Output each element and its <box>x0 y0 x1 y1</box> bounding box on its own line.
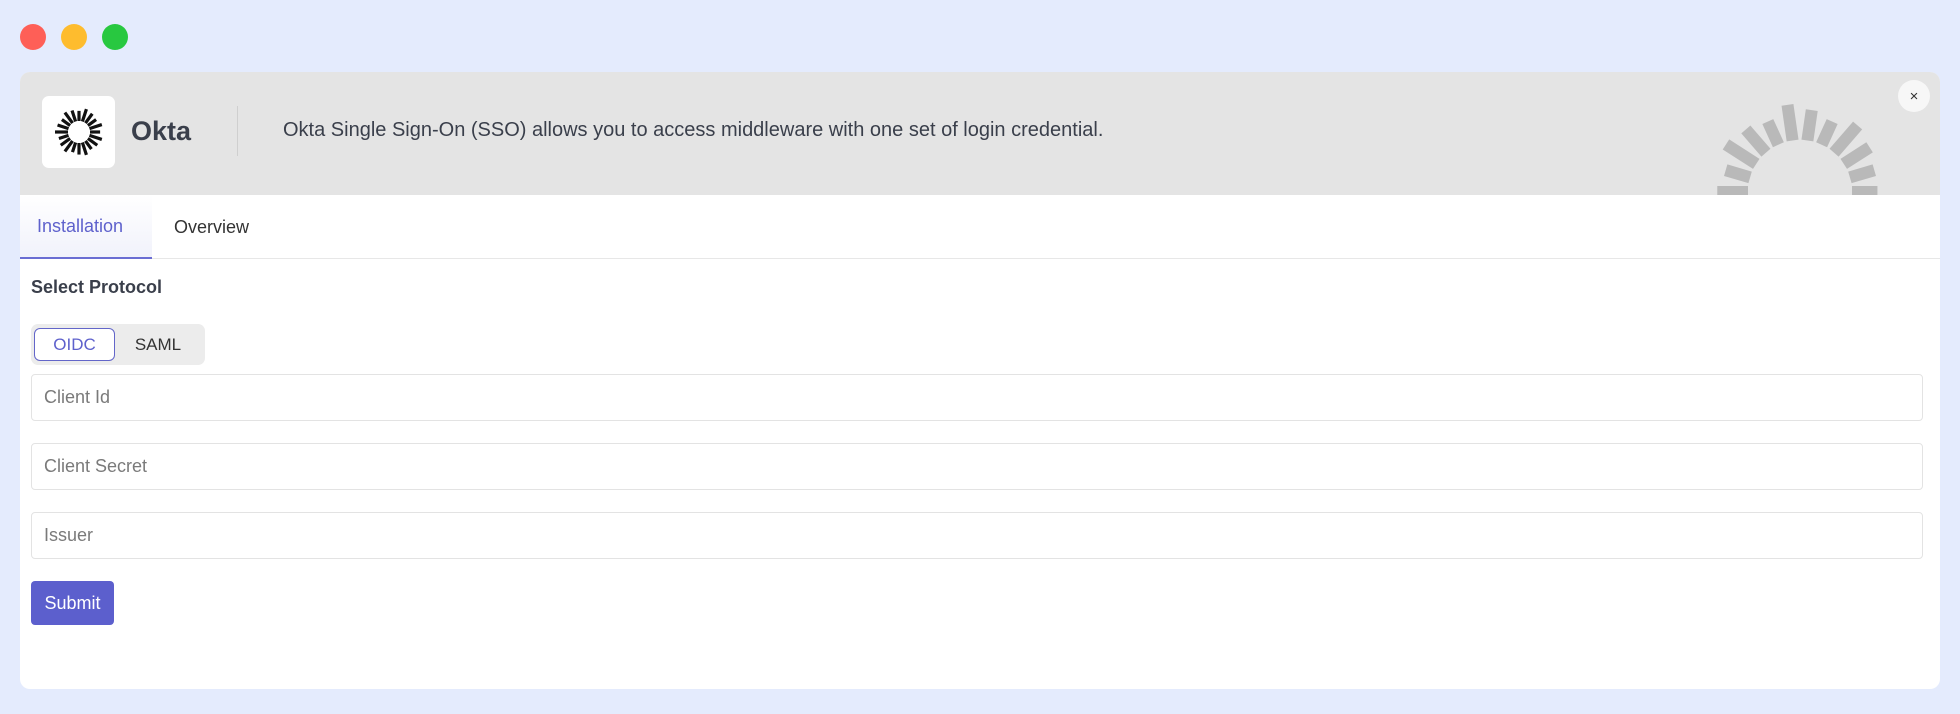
integration-header: Okta Okta Single Sign-On (SSO) allows yo… <box>20 72 1940 195</box>
okta-sunburst-icon <box>54 108 102 156</box>
tab-installation[interactable]: Installation <box>20 195 152 259</box>
select-protocol-heading: Select Protocol <box>31 277 163 297</box>
integration-panel: Okta Okta Single Sign-On (SSO) allows yo… <box>20 72 1940 689</box>
window-close-dot[interactable] <box>20 24 46 50</box>
okta-watermark-icon <box>1717 104 1878 195</box>
protocol-toggle: OIDC SAML <box>31 324 205 365</box>
app-description: Okta Single Sign-On (SSO) allows you to … <box>283 119 1104 141</box>
installation-form: Select Protocol OIDC SAML Submit <box>20 259 1940 625</box>
client-id-input[interactable] <box>31 374 1923 421</box>
app-logo <box>42 96 115 168</box>
tab-bar: Installation Overview <box>20 195 1940 259</box>
window-minimize-dot[interactable] <box>61 24 87 50</box>
issuer-input[interactable] <box>31 512 1923 559</box>
submit-button[interactable]: Submit <box>31 581 114 625</box>
protocol-oidc-button[interactable]: OIDC <box>34 328 115 361</box>
client-secret-input[interactable] <box>31 443 1923 490</box>
tab-overview[interactable]: Overview <box>152 195 266 259</box>
protocol-saml-button[interactable]: SAML <box>115 328 201 361</box>
header-divider <box>237 106 238 156</box>
app-name: Okta <box>131 116 192 146</box>
window-maximize-dot[interactable] <box>102 24 128 50</box>
window-controls <box>20 24 128 50</box>
close-button[interactable]: × <box>1898 80 1930 112</box>
